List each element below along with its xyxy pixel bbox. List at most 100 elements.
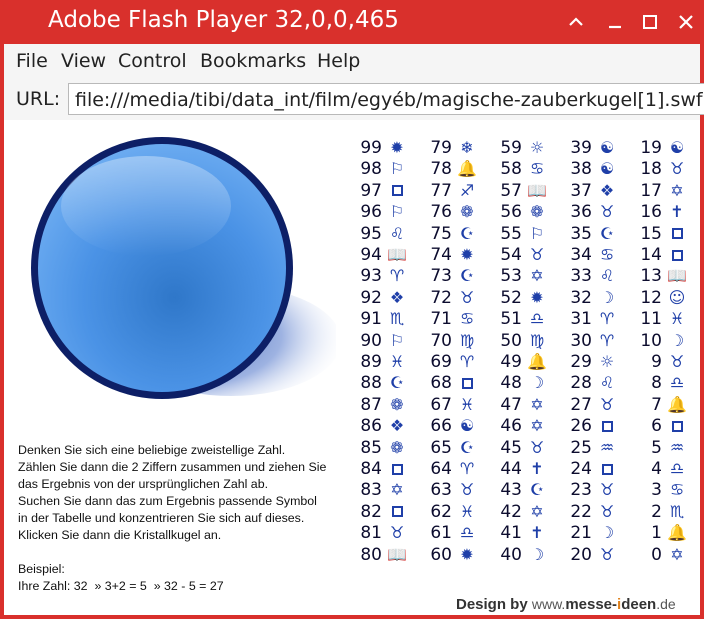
symbol-number: 14	[640, 245, 662, 265]
symbol-icon: ✡	[530, 394, 544, 414]
symbol-cell: 92 ❖	[356, 288, 406, 308]
symbol-cell: 5 ♒	[636, 438, 686, 458]
symbol-cell: 25 ♒	[566, 438, 616, 458]
square-icon	[601, 420, 613, 432]
symbol-icon: ♓	[669, 309, 685, 329]
symbol-cell: 48 ☽	[496, 373, 546, 393]
credit-www: www.	[531, 596, 566, 612]
symbol-cell: 72 ♉	[426, 288, 476, 308]
symbol-icon: ♈	[389, 266, 405, 286]
symbol-icon	[668, 225, 686, 243]
symbol-cell: 44 ✝	[496, 459, 546, 479]
symbol-number: 38	[570, 159, 592, 180]
symbol-cell: 50 ♍	[496, 331, 546, 351]
symbol-cell: 88 ☪	[356, 373, 406, 393]
symbol-cell: 15	[636, 224, 686, 244]
symbol-icon: ⚐	[389, 330, 405, 350]
square-icon	[671, 228, 683, 240]
symbol-cell: 55 ⚐	[496, 224, 546, 244]
symbol-cell: 82	[356, 502, 406, 522]
flash-player-window: Adobe Flash Player 32,0,0,465 File View …	[0, 0, 704, 619]
menu-file[interactable]: File	[16, 50, 48, 72]
menu-bookmarks[interactable]: Bookmarks	[200, 50, 306, 72]
symbol-cell: 87 ❁	[356, 395, 406, 415]
title-bar[interactable]: Adobe Flash Player 32,0,0,465	[0, 0, 704, 44]
symbol-cell: 20 ♉	[566, 545, 616, 565]
symbol-icon: 📖	[387, 245, 407, 264]
symbol-cell: 95 ♌	[356, 224, 406, 244]
symbol-icon: ♐	[459, 180, 475, 200]
symbol-icon: ♋	[599, 245, 615, 264]
symbol-number: 43	[500, 480, 522, 501]
symbol-number: 21	[570, 523, 592, 544]
symbol-cell: 43 ☪	[496, 480, 546, 500]
symbol-cell: 47 ✡	[496, 395, 546, 415]
symbol-cell: 56 ❁	[496, 202, 546, 222]
symbol-cell: 11 ♓	[636, 309, 686, 329]
symbol-number: 33	[570, 266, 592, 287]
symbol-number: 47	[500, 394, 522, 415]
symbol-cell: 33 ♌	[566, 266, 616, 286]
symbol-number: 6	[651, 416, 662, 437]
symbol-icon: ⚐	[389, 159, 405, 179]
menu-help[interactable]: Help	[317, 50, 360, 72]
symbol-number: 94	[360, 245, 382, 265]
symbol-icon	[598, 460, 616, 478]
symbol-number: 54	[500, 245, 522, 265]
symbol-cell: 0 ✡	[636, 545, 686, 565]
symbol-icon: ♒	[669, 437, 685, 457]
symbol-cell: 76 ❁	[426, 202, 476, 222]
symbol-cell: 38 ☯	[566, 159, 616, 179]
credit-tld: .de	[656, 596, 676, 612]
close-icon[interactable]	[670, 6, 702, 38]
symbol-icon: ☯	[669, 138, 685, 157]
symbol-icon: ♎	[529, 309, 545, 329]
symbol-cell: 59 ☼	[496, 138, 546, 158]
symbol-cell: 32 ☽	[566, 288, 616, 308]
symbol-icon: ☽	[529, 544, 545, 564]
symbol-icon: ♈	[459, 352, 475, 371]
symbol-icon: ♈	[459, 459, 475, 478]
symbol-icon	[668, 246, 686, 264]
symbol-number: 13	[640, 266, 662, 287]
symbol-number: 96	[360, 202, 382, 223]
symbol-number: 8	[651, 373, 662, 394]
symbol-cell: 54 ♉	[496, 245, 546, 265]
design-credit[interactable]: Design by www.messe-ideen.de	[456, 596, 676, 613]
symbol-number: 44	[500, 459, 522, 479]
maximize-icon[interactable]	[634, 6, 666, 38]
symbol-number: 36	[570, 202, 592, 223]
symbol-cell: 26	[566, 416, 616, 436]
symbol-cell: 69 ♈	[426, 352, 476, 372]
symbol-cell: 51 ♎	[496, 309, 546, 329]
chevron-up-icon[interactable]	[560, 6, 592, 38]
symbol-icon: ♋	[459, 309, 475, 329]
symbol-cell: 80 📖	[356, 545, 407, 565]
symbol-number: 85	[360, 437, 382, 458]
symbol-cell: 3 ♋	[636, 480, 686, 500]
url-input[interactable]: file:///media/tibi/data_int/film/egyéb/m…	[68, 83, 704, 115]
symbol-number: 70	[430, 330, 452, 351]
symbol-cell: 93 ♈	[356, 266, 406, 286]
symbol-number: 40	[500, 544, 522, 565]
symbol-number: 15	[640, 223, 662, 244]
symbol-number: 98	[360, 159, 382, 180]
symbol-number: 93	[360, 266, 382, 287]
symbol-number: 62	[430, 501, 452, 522]
minimize-icon[interactable]	[599, 6, 631, 38]
menu-control[interactable]: Control	[118, 50, 187, 72]
symbol-cell: 78 🔔	[426, 159, 477, 179]
symbol-cell: 61 ♎	[426, 523, 476, 543]
symbol-number: 20	[570, 544, 592, 565]
symbol-icon: ♉	[599, 544, 615, 564]
symbol-cell: 2 ♏	[636, 502, 686, 522]
symbol-cell: 9 ♉	[636, 352, 686, 372]
symbol-cell: 1 🔔	[636, 523, 687, 543]
menu-view[interactable]: View	[61, 50, 106, 72]
symbol-cell: 71 ♋	[426, 309, 476, 329]
square-icon	[671, 420, 683, 432]
symbol-icon: ♓	[459, 501, 475, 521]
symbol-cell: 66 ☯	[426, 416, 476, 436]
symbol-number: 23	[570, 480, 592, 501]
symbol-icon: ♎	[459, 523, 475, 543]
